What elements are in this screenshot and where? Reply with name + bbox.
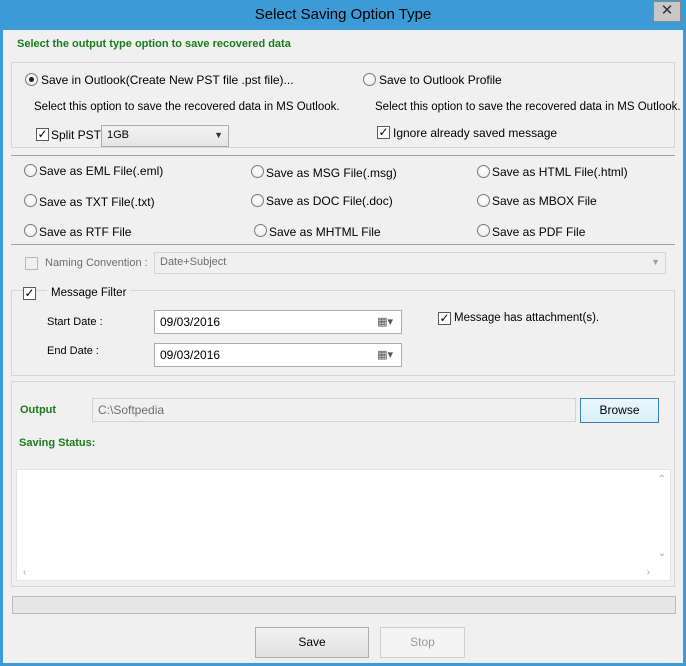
naming-convention-select[interactable]: Date+Subject ▼	[154, 252, 666, 274]
msg-radio[interactable]	[251, 165, 264, 178]
save-to-profile-radio[interactable]	[363, 73, 376, 86]
mbox-radio[interactable]	[477, 194, 490, 207]
mbox-label[interactable]: Save as MBOX File	[492, 194, 597, 208]
attachment-label[interactable]: Message has attachment(s).	[454, 312, 599, 324]
end-date-label: End Date :	[47, 345, 99, 357]
saving-status-log[interactable]: ⌃ ⌄ ‹ ›	[16, 469, 671, 581]
ignore-saved-checkbox[interactable]: ✓	[377, 126, 390, 139]
rtf-label[interactable]: Save as RTF File	[39, 225, 131, 239]
naming-convention-label: Naming Convention :	[45, 257, 148, 269]
split-size-select[interactable]: 1GB ▼	[101, 125, 229, 147]
save-in-outlook-label[interactable]: Save in Outlook(Create New PST file .pst…	[41, 73, 294, 87]
pdf-label[interactable]: Save as PDF File	[492, 225, 585, 239]
doc-radio[interactable]	[251, 194, 264, 207]
scroll-down-icon[interactable]: ⌄	[658, 548, 666, 559]
mhtml-label[interactable]: Save as MHTML File	[269, 225, 381, 239]
start-date-value: 09/03/2016	[160, 315, 221, 329]
separator	[11, 155, 675, 156]
naming-convention-checkbox[interactable]	[25, 257, 38, 270]
instruction-text: Select the output type option to save re…	[17, 38, 291, 50]
separator	[11, 244, 675, 245]
eml-label[interactable]: Save as EML File(.eml)	[39, 164, 163, 178]
chevron-down-icon: ▼	[651, 257, 660, 267]
split-size-value: 1GB	[107, 129, 130, 141]
title-bar[interactable]: Select Saving Option Type ✕	[0, 0, 686, 30]
save-to-profile-desc: Select this option to save the recovered…	[375, 101, 681, 113]
chevron-down-icon: ▼	[214, 130, 223, 140]
start-date-label: Start Date :	[47, 316, 103, 328]
split-pst-checkbox[interactable]: ✓	[36, 128, 49, 141]
output-label: Output	[20, 404, 57, 416]
mhtml-radio[interactable]	[254, 224, 267, 237]
message-filter-label[interactable]: Message Filter	[47, 287, 131, 299]
scroll-right-icon[interactable]: ›	[647, 567, 650, 578]
naming-convention-value: Date+Subject	[160, 256, 227, 268]
html-label[interactable]: Save as HTML File(.html)	[492, 165, 628, 179]
attachment-checkbox[interactable]: ✓	[438, 312, 451, 325]
calendar-icon[interactable]: ▦▾	[377, 315, 393, 328]
save-button[interactable]: Save	[255, 627, 369, 658]
split-pst-label[interactable]: Split PST	[51, 128, 101, 142]
save-in-outlook-desc: Select this option to save the recovered…	[34, 101, 340, 113]
txt-label[interactable]: Save as TXT File(.txt)	[39, 195, 155, 209]
scroll-up-icon[interactable]: ⌃	[658, 474, 666, 485]
msg-label[interactable]: Save as MSG File(.msg)	[266, 166, 397, 180]
start-date-picker[interactable]: 09/03/2016 ▦▾	[154, 310, 402, 334]
message-filter-checkbox[interactable]: ✓	[23, 287, 36, 300]
end-date-picker[interactable]: 09/03/2016 ▦▾	[154, 343, 402, 367]
end-date-value: 09/03/2016	[160, 348, 221, 362]
calendar-icon[interactable]: ▦▾	[377, 348, 393, 361]
pdf-radio[interactable]	[477, 224, 490, 237]
txt-radio[interactable]	[24, 194, 37, 207]
stop-button[interactable]: Stop	[380, 627, 465, 658]
dialog-body: Select the output type option to save re…	[3, 30, 683, 663]
save-to-profile-label[interactable]: Save to Outlook Profile	[379, 73, 502, 87]
output-path-input[interactable]: C:\Softpedia	[92, 398, 576, 422]
dialog-window: Select Saving Option Type ✕ Select the o…	[0, 0, 686, 666]
progress-bar	[12, 596, 676, 614]
browse-button[interactable]: Browse	[580, 398, 659, 423]
scroll-left-icon[interactable]: ‹	[23, 567, 26, 578]
html-radio[interactable]	[477, 165, 490, 178]
saving-status-label: Saving Status:	[19, 437, 96, 449]
window-title: Select Saving Option Type	[254, 6, 432, 23]
close-icon[interactable]: ✕	[653, 1, 681, 22]
doc-label[interactable]: Save as DOC File(.doc)	[266, 194, 393, 208]
eml-radio[interactable]	[24, 164, 37, 177]
save-in-outlook-radio[interactable]	[25, 73, 38, 86]
ignore-saved-label[interactable]: Ignore already saved message	[393, 126, 557, 140]
rtf-radio[interactable]	[24, 224, 37, 237]
